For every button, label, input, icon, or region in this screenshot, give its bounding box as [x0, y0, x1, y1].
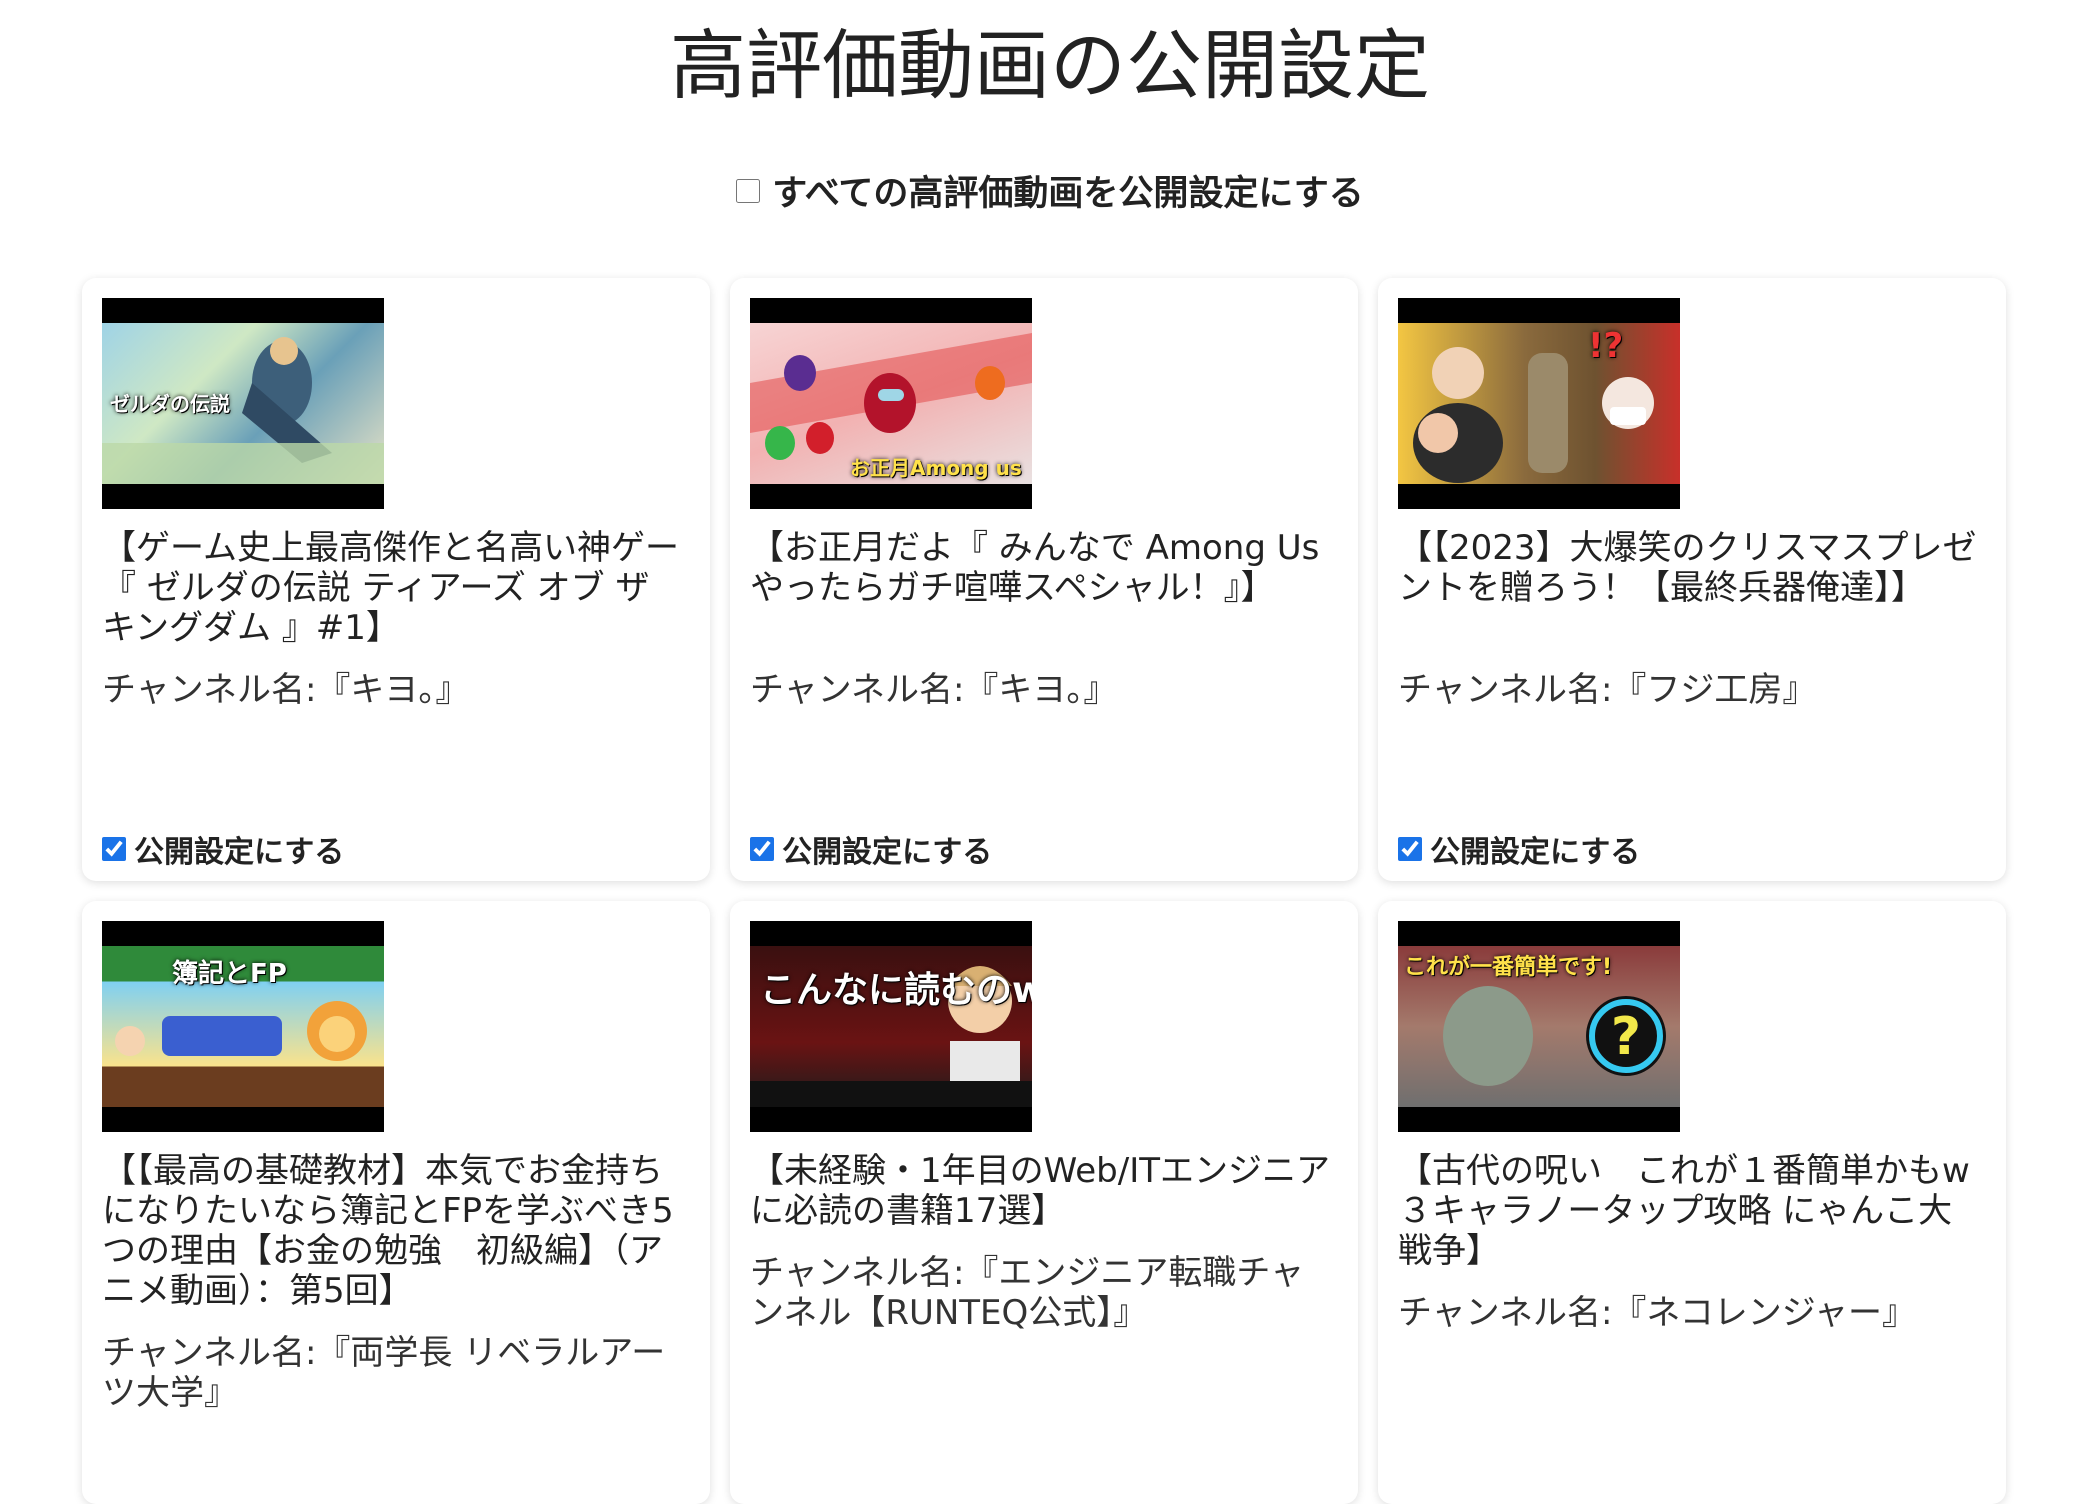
video-title: 【お正月だよ『 みんなで Among Us やったらガチ喧嘩スペシャル！』】	[750, 528, 1320, 608]
publish-toggle[interactable]: 公開設定にする	[1398, 827, 1640, 871]
select-all-toggle[interactable]: すべての高評価動画を公開設定にする	[0, 165, 2100, 216]
video-title: 【未経験・1年目のWeb/ITエンジニアに必読の書籍17選】	[750, 1151, 1331, 1231]
video-title: 【ゲーム史上最高傑作と名高い神ゲー『 ゼルダの伝説 ティアーズ オブ ザ キング…	[102, 528, 679, 648]
thumbnail-caption: !?	[1588, 326, 1624, 366]
select-all-label: すべての高評価動画を公開設定にする	[772, 174, 1364, 214]
publish-label: 公開設定にする	[134, 835, 345, 870]
video-card: ゼルダの伝説 【ゲーム史上最高傑作と名高い神ゲー『 ゼルダの伝説 ティアーズ オ…	[82, 278, 710, 881]
christmas-art-image	[1413, 347, 1654, 483]
video-thumbnail[interactable]: 簿記とFP	[102, 921, 384, 1132]
channel-name: チャンネル名:『キヨ。』	[750, 670, 1118, 710]
thumbnail-caption: ゼルダの伝説	[110, 392, 230, 416]
publish-checkbox[interactable]	[102, 837, 126, 861]
publish-checkbox[interactable]	[1398, 837, 1422, 861]
video-card: !? 【【2023】大爆笑のクリスマスプレゼントを贈ろう！【最終兵器俺達】】 チ…	[1378, 278, 2006, 881]
video-thumbnail[interactable]: こんなに読むのw	[750, 921, 1032, 1132]
video-thumbnail[interactable]: お正月Among us	[750, 298, 1032, 509]
video-card: ? これが一番簡単です! 【古代の呪い これが１番簡単かもw ３キャラノータップ…	[1378, 901, 2006, 1504]
publish-checkbox[interactable]	[750, 837, 774, 861]
video-grid: ゼルダの伝説 【ゲーム史上最高傑作と名高い神ゲー『 ゼルダの伝説 ティアーズ オ…	[82, 278, 2006, 1504]
publish-label: 公開設定にする	[782, 835, 993, 870]
page-title: 高評価動画の公開設定	[670, 21, 1430, 110]
video-thumbnail[interactable]: ゼルダの伝説	[102, 298, 384, 509]
video-thumbnail[interactable]: ? これが一番簡単です!	[1398, 921, 1680, 1132]
channel-name: チャンネル名:『フジ工房』	[1398, 670, 1817, 710]
video-thumbnail[interactable]: !?	[1398, 298, 1680, 509]
publish-label: 公開設定にする	[1430, 835, 1641, 870]
svg-text:?: ?	[1611, 1007, 1641, 1067]
thumbnail-caption: これが一番簡単です!	[1404, 955, 1613, 980]
video-card: 簿記とFP 【【最高の基礎教材】本気でお金持ちになりたいなら簿記とFPを学ぶべき…	[82, 901, 710, 1504]
video-title: 【【2023】大爆笑のクリスマスプレゼントを贈ろう！【最終兵器俺達】】	[1398, 528, 1977, 608]
select-all-checkbox[interactable]	[736, 178, 761, 203]
video-title: 【古代の呪い これが１番簡単かもw ３キャラノータップ攻略 にゃんこ大戦争】	[1398, 1151, 1970, 1271]
channel-name: チャンネル名:『エンジニア転職チャンネル【RUNTEQ公式】』	[750, 1253, 1305, 1333]
thumbnail-caption: こんなに読むのw	[760, 970, 1032, 1011]
channel-name: チャンネル名:『ネコレンジャー』	[1398, 1293, 1917, 1333]
channel-name: チャンネル名:『キヨ。』	[102, 670, 470, 710]
video-card: こんなに読むのw 【未経験・1年目のWeb/ITエンジニアに必読の書籍17選】 …	[730, 901, 1358, 1504]
video-card: お正月Among us 【お正月だよ『 みんなで Among Us やったらガチ…	[730, 278, 1358, 881]
publish-toggle[interactable]: 公開設定にする	[102, 827, 344, 871]
publish-toggle[interactable]: 公開設定にする	[750, 827, 992, 871]
video-title: 【【最高の基礎教材】本気でお金持ちになりたいなら簿記とFPを学ぶべき5つの理由【…	[102, 1151, 674, 1311]
channel-name: チャンネル名:『両学長 リベラルアーツ大学』	[102, 1333, 666, 1413]
thumbnail-caption: 簿記とFP	[172, 959, 287, 989]
thumbnail-caption: お正月Among us	[850, 456, 1022, 480]
